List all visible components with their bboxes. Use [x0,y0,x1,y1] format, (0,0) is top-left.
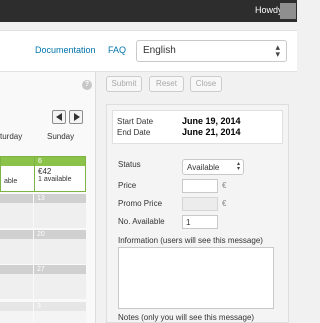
documentation-link[interactable]: Documentation [35,45,96,55]
cell-price: €42 [38,167,52,176]
chevron-updown-icon: ▴ ▾ [236,161,240,172]
language-select[interactable]: English ▴ ▾ [136,40,287,62]
status-label: Status [118,160,141,169]
help-icon[interactable]: ? [82,80,92,90]
reset-button[interactable]: Reset [149,76,184,92]
calendar-cell[interactable]: 27 [34,265,86,299]
top-bar: Documentation FAQ English ▴ ▾ [0,30,297,72]
chevron-updown-icon: ▴ ▾ [275,42,280,59]
cell-day-number: 20 [34,230,86,239]
arrow-right-icon [74,113,80,121]
calendar-cell[interactable]: 3 [34,302,86,323]
cell-availability: 1 available [38,176,72,183]
day-header-sunday: Sunday [47,132,75,141]
status-select[interactable]: Available ▴ ▾ [182,159,244,175]
start-date-label: Start Date [117,117,154,126]
admin-bar: Howdy, [0,0,297,22]
end-date-value: June 21, 2014 [182,127,241,137]
available-count-input[interactable]: 1 [182,215,218,229]
prev-month-button[interactable] [52,110,66,124]
close-button[interactable]: Close [190,76,222,92]
calendar-cell[interactable]: 6 €42 1 available [34,156,86,192]
promo-price-currency: € [222,199,227,208]
start-date-value: June 19, 2014 [182,116,241,126]
calendar-cell[interactable] [0,265,33,299]
calendar-cell[interactable] [0,194,33,228]
information-label: Information (users will see this message… [118,236,263,245]
promo-price-input[interactable] [182,197,218,211]
available-count-label: No. Available [118,217,165,226]
cell-day-number: 3 [34,302,86,311]
cell-day-number: 27 [34,265,86,274]
calendar-cell[interactable]: able [0,156,37,192]
calendar-cell[interactable]: 20 [34,230,86,264]
avatar[interactable] [280,3,296,19]
language-value: English [143,45,176,56]
end-date-label: End Date [117,128,151,137]
price-currency: € [222,181,227,190]
calendar-cell[interactable]: 13 [34,194,86,228]
notes-label: Notes (only you will see this message) [118,313,255,322]
promo-price-label: Promo Price [118,199,163,208]
calendar-cell[interactable] [0,302,33,323]
faq-link[interactable]: FAQ [108,45,126,55]
next-month-button[interactable] [69,110,83,124]
cell-day-number: 6 [35,157,85,166]
arrow-left-icon [56,113,62,121]
status-value: Available [187,163,220,172]
cell-availability: able [4,178,18,185]
price-input[interactable] [182,179,218,193]
cell-day-number: 13 [34,194,86,203]
information-textarea[interactable] [118,247,274,309]
day-header-saturday: turday [0,132,23,141]
submit-button[interactable]: Submit [106,76,142,92]
price-label: Price [118,181,137,190]
calendar-cell[interactable] [0,230,33,264]
